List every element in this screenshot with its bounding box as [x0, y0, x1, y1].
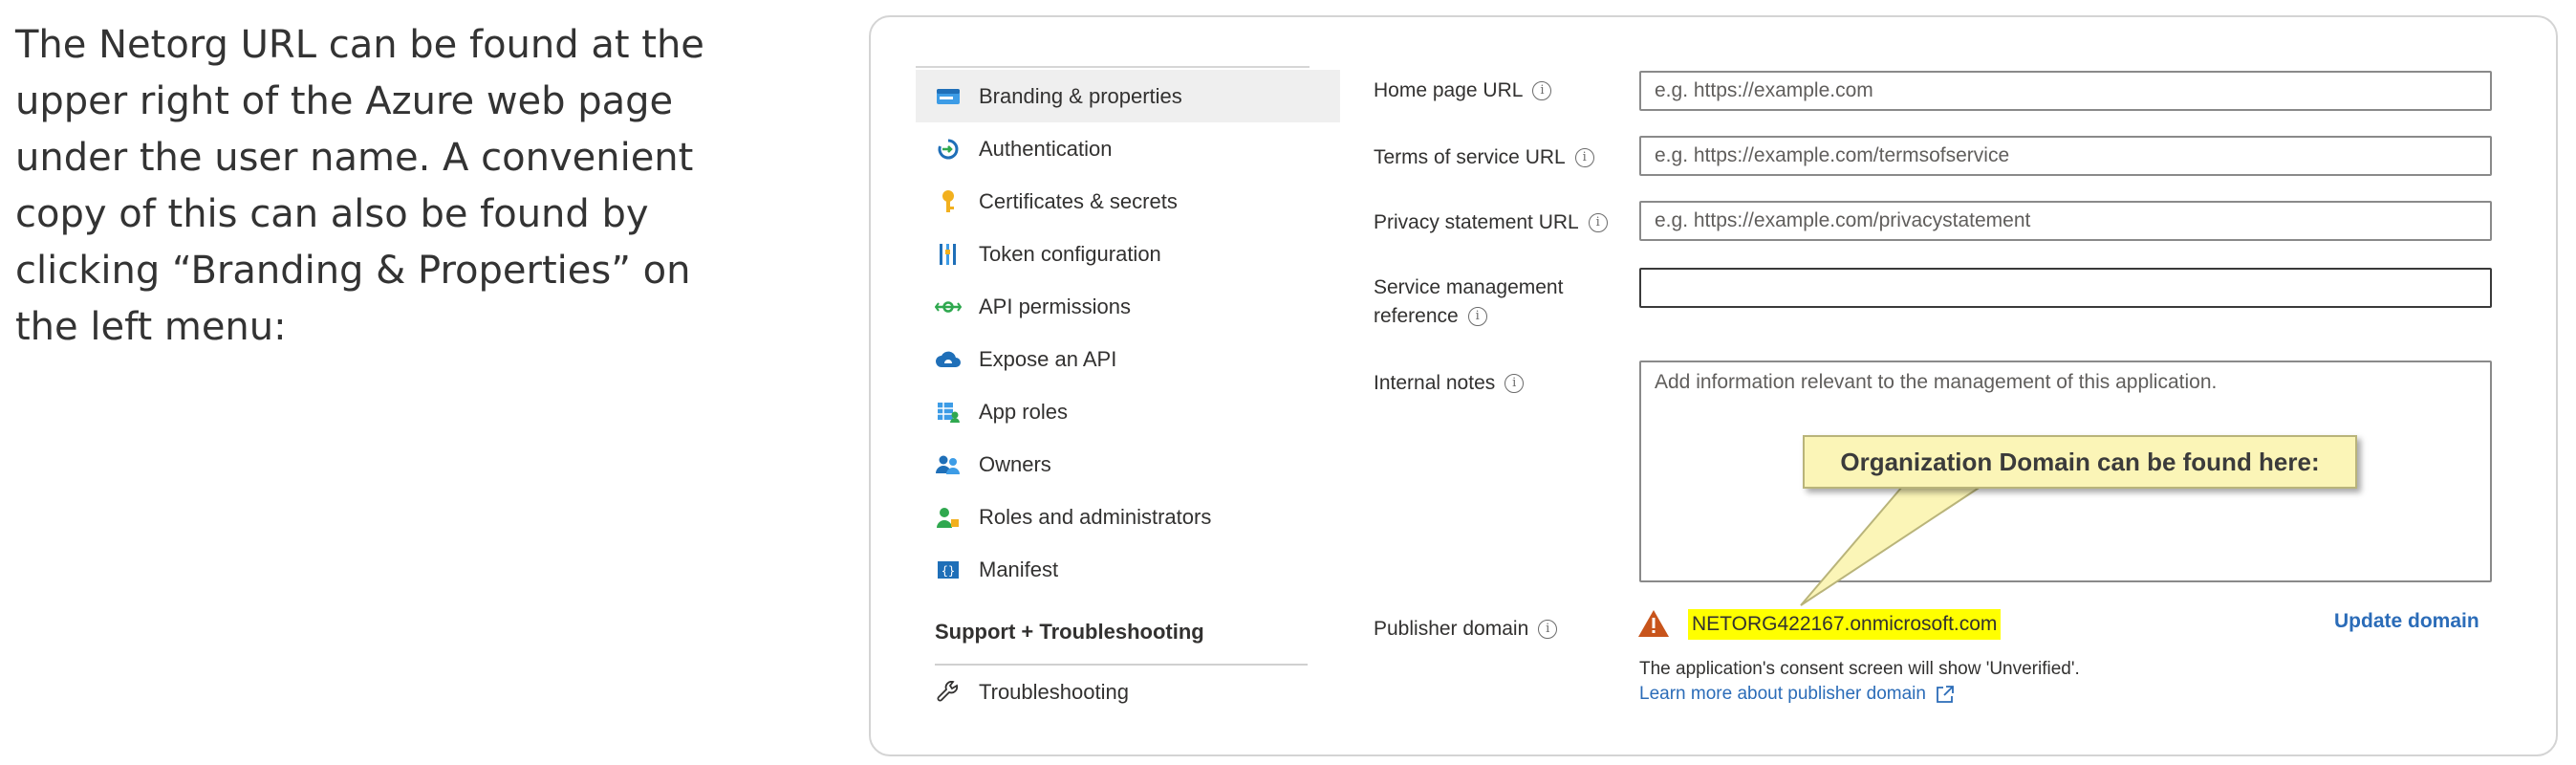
- callout-pointer: [1800, 486, 1984, 606]
- consent-text: The application's consent screen will sh…: [1639, 659, 2080, 679]
- organization-domain-callout: Organization Domain can be found here:: [1803, 435, 2357, 489]
- external-link-icon: [1937, 686, 1954, 703]
- warning-icon: [1638, 610, 1669, 637]
- publisher-domain-value: NETORG422167.onmicrosoft.com: [1688, 609, 2002, 640]
- learn-more-link[interactable]: Learn more about publisher domain: [1639, 684, 1955, 705]
- update-domain-link[interactable]: Update domain: [2334, 610, 2479, 633]
